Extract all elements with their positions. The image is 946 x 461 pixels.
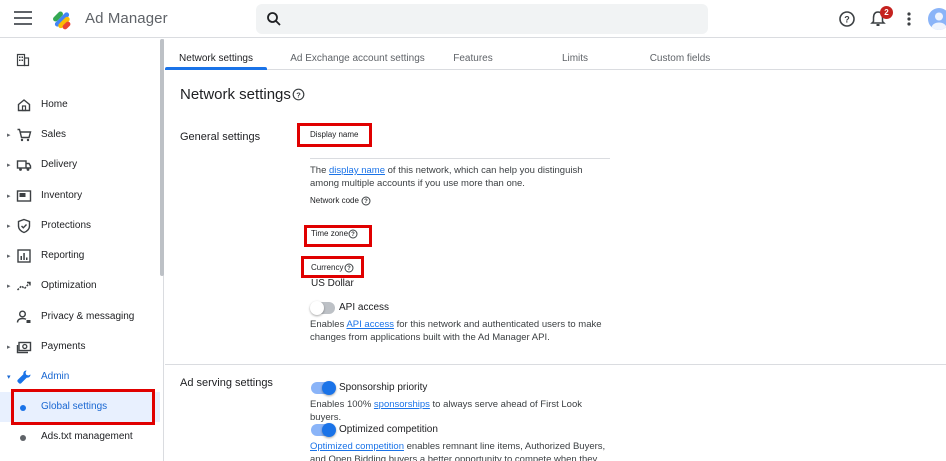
sidebar-item-privacy-messaging[interactable]: Privacy & messaging bbox=[0, 302, 160, 332]
optimized-competition-link[interactable]: Optimized competition bbox=[310, 441, 404, 452]
sidebar-item-label: Protections bbox=[41, 220, 92, 231]
sidebar-scrollbar[interactable] bbox=[160, 39, 164, 276]
sidebar-item-label: Reporting bbox=[41, 250, 85, 261]
chevron-right-icon: ▸ bbox=[7, 193, 11, 200]
avatar[interactable] bbox=[928, 8, 946, 30]
chevron-down-icon: ▾ bbox=[7, 374, 11, 381]
help-icon[interactable]: ? bbox=[361, 196, 371, 206]
inventory-icon bbox=[16, 190, 32, 202]
sidebar-item-label: Home bbox=[41, 99, 68, 110]
svg-text:?: ? bbox=[296, 90, 301, 99]
optimized-competition-label: Optimized competition bbox=[339, 424, 438, 435]
trend-icon bbox=[16, 281, 31, 291]
sidebar-item-reporting[interactable]: ▸ Reporting bbox=[0, 241, 160, 271]
api-access-label: API access bbox=[339, 302, 390, 313]
api-access-description: Enables API access for this network and … bbox=[310, 318, 610, 344]
sidebar-item-protections[interactable]: ▸ Protections bbox=[0, 211, 160, 241]
sponsorship-priority-toggle[interactable] bbox=[311, 381, 336, 395]
chevron-right-icon: ▸ bbox=[7, 223, 11, 230]
help-icon[interactable]: ? bbox=[838, 10, 856, 28]
building-icon[interactable] bbox=[16, 53, 30, 67]
general-settings-label: General settings bbox=[180, 131, 261, 143]
display-name-description: The display name of this network, which … bbox=[310, 164, 610, 190]
toggle-knob bbox=[322, 423, 336, 437]
highlight-box-time-zone bbox=[304, 225, 372, 247]
optimized-competition-description: Optimized competition enables remnant li… bbox=[310, 440, 610, 461]
sidebar-item-payments[interactable]: ▸ Payments bbox=[0, 332, 160, 362]
truck-icon bbox=[16, 160, 32, 171]
sidebar-item-inventory[interactable]: ▸ Inventory bbox=[0, 181, 160, 211]
sidebar-item-label: Inventory bbox=[41, 190, 83, 201]
page-title: Network settings bbox=[180, 86, 291, 103]
account-icon bbox=[931, 12, 946, 30]
highlight-box-display-name bbox=[297, 123, 372, 147]
display-name-input-underline[interactable] bbox=[310, 158, 610, 159]
sidebar-item-admin[interactable]: ▾ Admin bbox=[0, 362, 160, 392]
api-access-link[interactable]: API access bbox=[346, 319, 394, 330]
more-vert-icon[interactable] bbox=[900, 10, 918, 28]
app-title: Ad Manager bbox=[85, 10, 168, 27]
toggle-knob bbox=[322, 381, 336, 395]
tab-network-settings[interactable]: Network settings bbox=[165, 39, 267, 70]
toggle-knob bbox=[310, 301, 324, 315]
bullet-dot-icon bbox=[20, 435, 26, 441]
chevron-right-icon: ▸ bbox=[7, 132, 11, 139]
highlight-box-global-settings bbox=[11, 389, 155, 425]
home-icon bbox=[17, 99, 31, 112]
shield-icon bbox=[17, 218, 31, 234]
search-icon bbox=[267, 12, 281, 26]
currency-value: US Dollar bbox=[311, 278, 354, 289]
chevron-right-icon: ▸ bbox=[7, 283, 11, 290]
sidebar-item-ads-txt-management[interactable]: Ads.txt management bbox=[0, 422, 160, 452]
highlight-box-currency bbox=[301, 256, 364, 278]
sidebar-item-label: Admin bbox=[41, 371, 70, 382]
description-text: Enables 100% bbox=[310, 399, 374, 410]
sponsorships-link[interactable]: sponsorships bbox=[374, 399, 430, 410]
display-name-link[interactable]: display name bbox=[329, 165, 385, 176]
wrench-icon bbox=[17, 370, 31, 384]
tab-limits[interactable]: Limits bbox=[545, 39, 605, 70]
chevron-right-icon: ▸ bbox=[7, 344, 11, 351]
sidebar-item-label: Optimization bbox=[41, 280, 97, 291]
sponsorship-priority-description: Enables 100% sponsorships to always serv… bbox=[310, 398, 610, 424]
sidebar-item-label: Delivery bbox=[41, 159, 78, 170]
sidebar-item-label: Payments bbox=[41, 341, 86, 352]
ad-manager-logo bbox=[53, 11, 71, 30]
sidebar-item-label: Ads.txt management bbox=[41, 431, 133, 442]
tab-features[interactable]: Features bbox=[440, 39, 506, 70]
svg-text:?: ? bbox=[364, 199, 368, 205]
sidebar-item-optimization[interactable]: ▸ Optimization bbox=[0, 271, 160, 301]
person-icon bbox=[16, 310, 31, 323]
sidebar-item-delivery[interactable]: ▸ Delivery bbox=[0, 150, 160, 180]
chevron-right-icon: ▸ bbox=[7, 253, 11, 260]
payments-icon bbox=[16, 341, 32, 354]
sidebar-item-label: Privacy & messaging bbox=[41, 311, 135, 322]
cart-icon bbox=[17, 128, 32, 142]
notification-badge: 2 bbox=[880, 6, 893, 19]
chevron-right-icon: ▸ bbox=[7, 162, 11, 169]
sidebar-item-home[interactable]: Home bbox=[0, 90, 160, 120]
ad-serving-settings-label: Ad serving settings bbox=[180, 377, 273, 389]
svg-text:?: ? bbox=[844, 15, 850, 25]
optimized-competition-toggle[interactable] bbox=[311, 423, 336, 437]
top-app-bar: Ad Manager ? 2 bbox=[0, 0, 946, 38]
search-input[interactable] bbox=[292, 9, 692, 29]
bar-chart-icon bbox=[17, 249, 31, 263]
description-text: The bbox=[310, 165, 330, 176]
tab-custom-fields[interactable]: Custom fields bbox=[640, 39, 720, 70]
description-text: Enables bbox=[310, 319, 347, 330]
tab-ad-exchange-account-settings[interactable]: Ad Exchange account settings bbox=[275, 39, 440, 70]
sidebar-item-label: Sales bbox=[41, 129, 67, 140]
menu-icon[interactable] bbox=[14, 11, 32, 27]
network-code-label: Network code bbox=[310, 196, 359, 205]
sponsorship-priority-label: Sponsorship priority bbox=[339, 382, 428, 393]
section-divider bbox=[165, 364, 946, 365]
active-tab-indicator bbox=[165, 67, 267, 70]
help-icon[interactable]: ? bbox=[292, 88, 305, 101]
search-bar[interactable] bbox=[256, 4, 708, 34]
api-access-toggle[interactable] bbox=[310, 301, 335, 315]
sidebar-item-sales[interactable]: ▸ Sales bbox=[0, 120, 160, 150]
tab-bar: Network settings Ad Exchange account set… bbox=[165, 39, 946, 70]
